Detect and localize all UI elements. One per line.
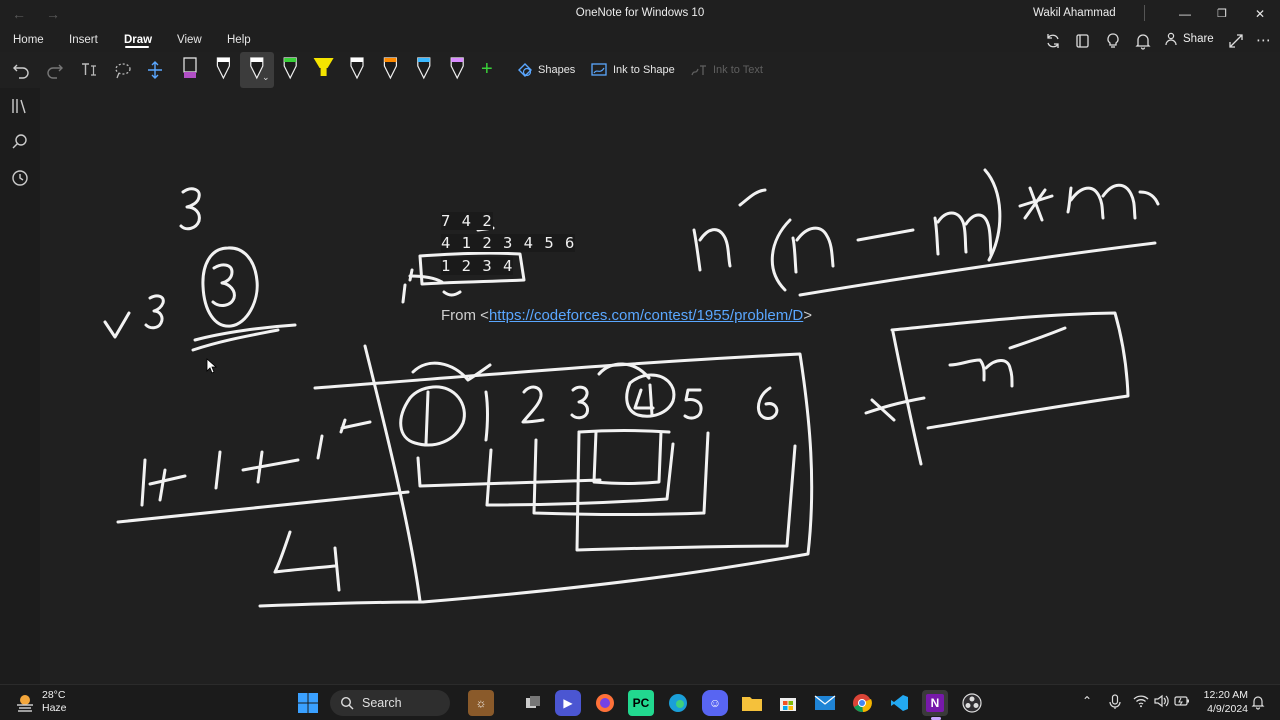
title-bar: ← → OneNote for Windows 10 Wakil Ahammad…: [0, 0, 1280, 28]
tab-draw[interactable]: Draw: [124, 34, 152, 46]
windows-start-icon[interactable]: [297, 692, 319, 714]
file-explorer-icon[interactable]: [739, 690, 765, 716]
title-divider: [1144, 5, 1145, 21]
typed-line-2[interactable]: 4 1 2 3 4 5 6: [441, 234, 576, 252]
onenote-app-icon[interactable]: N: [922, 690, 948, 716]
pen-5-icon[interactable]: [313, 58, 334, 76]
shapes-label[interactable]: Shapes: [538, 64, 575, 76]
recent-clock-icon[interactable]: [10, 168, 30, 188]
weather-widget[interactable]: 28°C Haze: [14, 689, 67, 715]
sync-icon[interactable]: [1044, 32, 1062, 50]
obs-icon[interactable]: [959, 690, 985, 716]
ink-to-text-icon: [691, 65, 706, 76]
ink-to-text-label: Ink to Text: [713, 64, 763, 76]
mouse-cursor-icon: [206, 358, 218, 374]
share-person-icon: [1165, 32, 1177, 46]
microsoft-store-icon[interactable]: [775, 690, 801, 716]
maximize-button[interactable]: ❐: [1207, 4, 1237, 24]
minimize-button[interactable]: —: [1170, 4, 1200, 24]
firefox-icon[interactable]: [592, 690, 618, 716]
search-highlight-icon[interactable]: ☼: [468, 690, 494, 716]
tab-view[interactable]: View: [177, 34, 202, 46]
handwritten-ink: [103, 168, 1160, 608]
from-prefix: From <: [441, 307, 489, 324]
ink-to-shape-label[interactable]: Ink to Shape: [613, 64, 675, 76]
shapes-icon[interactable]: [515, 60, 535, 80]
from-suffix: >: [803, 307, 813, 324]
share-button[interactable]: Share: [1164, 32, 1214, 46]
temperature: 28°C: [42, 689, 66, 701]
battery-icon[interactable]: [1174, 694, 1190, 708]
clock-date: 4/9/2024: [1207, 703, 1248, 715]
taskbar: 28°C Haze Search ☼ ▶ PC ☺ N ⌃ 12:20 AM 4…: [0, 684, 1280, 720]
discord-icon[interactable]: ☺: [702, 690, 728, 716]
show-hidden-icons-chevron[interactable]: ⌃: [1082, 694, 1092, 708]
close-button[interactable]: ✕: [1245, 4, 1275, 24]
pen-gallery: [183, 57, 464, 80]
ink-to-shape-icon[interactable]: [589, 60, 609, 80]
more-options-icon[interactable]: ⋯: [1256, 32, 1274, 50]
wifi-icon[interactable]: [1133, 694, 1149, 708]
taskbar-search[interactable]: Search: [330, 690, 450, 716]
pen-4-icon[interactable]: [283, 57, 297, 80]
lightbulb-icon[interactable]: [1104, 32, 1122, 50]
search-icon[interactable]: [10, 132, 30, 152]
active-tab-indicator: [125, 46, 149, 48]
pen-3-icon[interactable]: [250, 57, 264, 80]
pen-1-icon[interactable]: [183, 57, 197, 78]
pen-7-icon[interactable]: [383, 57, 397, 80]
source-link[interactable]: https://codeforces.com/contest/1955/prob…: [489, 307, 803, 324]
notebooks-icon[interactable]: [10, 96, 30, 116]
volume-icon[interactable]: [1153, 694, 1169, 708]
task-view-icon[interactable]: [520, 690, 546, 716]
search-icon: [340, 696, 354, 710]
user-name[interactable]: Wakil Ahammad: [1033, 7, 1116, 19]
add-pen-button[interactable]: +: [481, 59, 493, 79]
mail-icon[interactable]: [812, 690, 838, 716]
tab-insert[interactable]: Insert: [69, 34, 98, 46]
tab-home[interactable]: Home: [13, 34, 44, 46]
expand-icon[interactable]: [1227, 32, 1245, 50]
vscode-icon[interactable]: [886, 690, 912, 716]
pen-9-icon[interactable]: [450, 57, 464, 80]
microphone-icon[interactable]: [1108, 694, 1122, 710]
share-label: Share: [1183, 33, 1214, 45]
typed-line-1[interactable]: 7 4 2: [441, 212, 493, 230]
pycharm-icon[interactable]: PC: [628, 690, 654, 716]
tab-help[interactable]: Help: [227, 34, 251, 46]
weather-condition: Haze: [42, 702, 67, 714]
notebook-icon[interactable]: [1074, 32, 1092, 50]
pen-8-icon[interactable]: [417, 57, 431, 80]
left-navigation: [0, 88, 40, 684]
system-clock[interactable]: 12:20 AM 4/9/2024: [1198, 688, 1248, 716]
chrome-icon[interactable]: [849, 690, 875, 716]
clock-time: 12:20 AM: [1203, 689, 1248, 701]
note-canvas[interactable]: 7 4 2 4 1 2 3 4 5 6 1 2 3 4: [40, 88, 1280, 684]
pen-dropdown-chevron-icon[interactable]: ⌄: [262, 72, 270, 83]
pen-2-icon[interactable]: [216, 57, 230, 80]
notification-bell-icon[interactable]: [1251, 694, 1265, 710]
bell-icon[interactable]: [1134, 32, 1152, 50]
pen-6-icon[interactable]: [350, 57, 364, 80]
edge-icon[interactable]: [665, 690, 691, 716]
search-placeholder: Search: [362, 696, 402, 710]
source-citation: From <https://codeforces.com/contest/195…: [441, 307, 812, 324]
draw-toolbar: ⌄ + Shapes Ink to Shape Ink to Text: [0, 52, 1280, 88]
weather-haze-icon: [17, 695, 33, 712]
zoom-app-icon[interactable]: ▶: [555, 690, 581, 716]
typed-line-3[interactable]: 1 2 3 4: [441, 257, 514, 275]
